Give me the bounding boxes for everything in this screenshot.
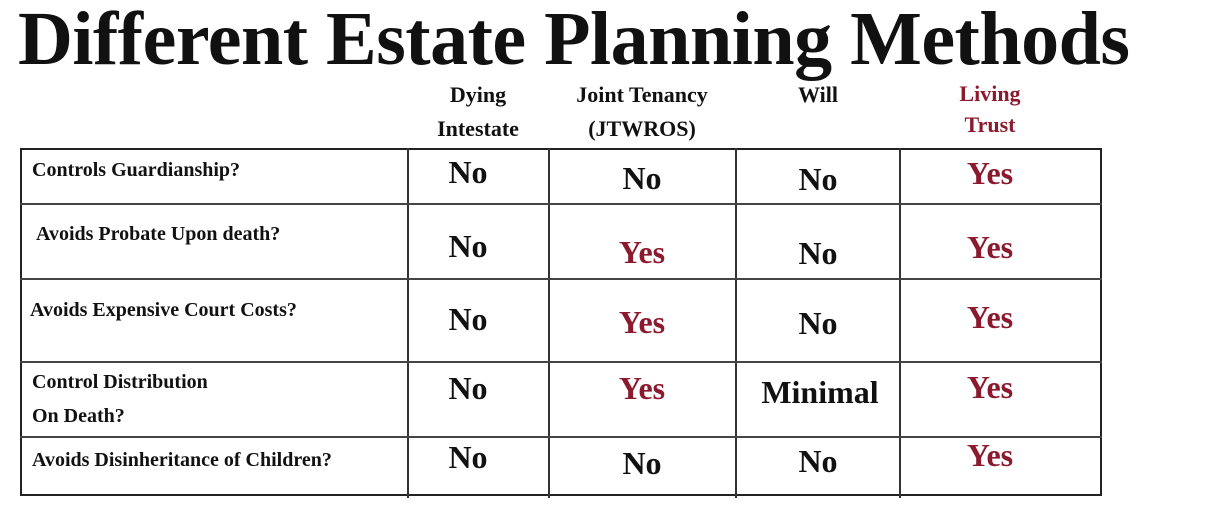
column-header-line: Living xyxy=(959,81,1021,106)
column-header-will: Will xyxy=(736,78,900,112)
table-cell: No xyxy=(622,445,662,481)
table-cell: Yes xyxy=(966,299,1014,335)
slide-title: Different Estate Planning Methods xyxy=(18,0,1130,81)
row-label-line-2: On Death? xyxy=(32,405,125,427)
row-label: Control Distribution xyxy=(32,371,208,393)
table-cell: No xyxy=(448,228,488,264)
table-cell: No xyxy=(448,370,488,406)
table-cell: No xyxy=(798,443,838,479)
table-divider xyxy=(20,203,1102,205)
table-cell: Minimal xyxy=(761,374,879,410)
column-header-line: (JTWROS) xyxy=(588,116,696,141)
table-cell: Yes xyxy=(618,234,666,270)
table-cell: No xyxy=(622,160,662,196)
table-cell: No xyxy=(448,301,488,337)
row-label: Avoids Expensive Court Costs? xyxy=(30,299,297,321)
row-label: Avoids Disinheritance of Children? xyxy=(32,449,332,471)
row-label: Avoids Probate Upon death? xyxy=(36,223,281,245)
table-cell: Yes xyxy=(966,369,1014,405)
column-header-line: Intestate xyxy=(437,116,519,141)
table-divider xyxy=(20,278,1102,280)
column-header-living-trust: Living Trust xyxy=(900,78,1080,140)
table-cell: No xyxy=(798,161,838,197)
table-cell: No xyxy=(448,439,488,475)
column-header-line: Will xyxy=(798,82,838,107)
column-header-line: Trust xyxy=(964,112,1016,137)
table-cell: Yes xyxy=(966,437,1014,473)
table-cell: Yes xyxy=(966,229,1014,265)
table-cell: Yes xyxy=(618,370,666,406)
table-cell: No xyxy=(448,154,488,190)
column-header-dying-intestate: Dying Intestate xyxy=(408,78,548,146)
table-cell: No xyxy=(798,305,838,341)
column-header-line: Dying xyxy=(449,82,507,107)
table-cell: No xyxy=(798,235,838,271)
table-divider xyxy=(20,361,1102,363)
table-cell: Yes xyxy=(966,155,1014,191)
column-header-joint-tenancy: Joint Tenancy (JTWROS) xyxy=(549,78,735,146)
row-label: Controls Guardianship? xyxy=(32,159,241,181)
table-cell: Yes xyxy=(618,304,666,340)
column-header-line: Joint Tenancy xyxy=(576,82,708,107)
